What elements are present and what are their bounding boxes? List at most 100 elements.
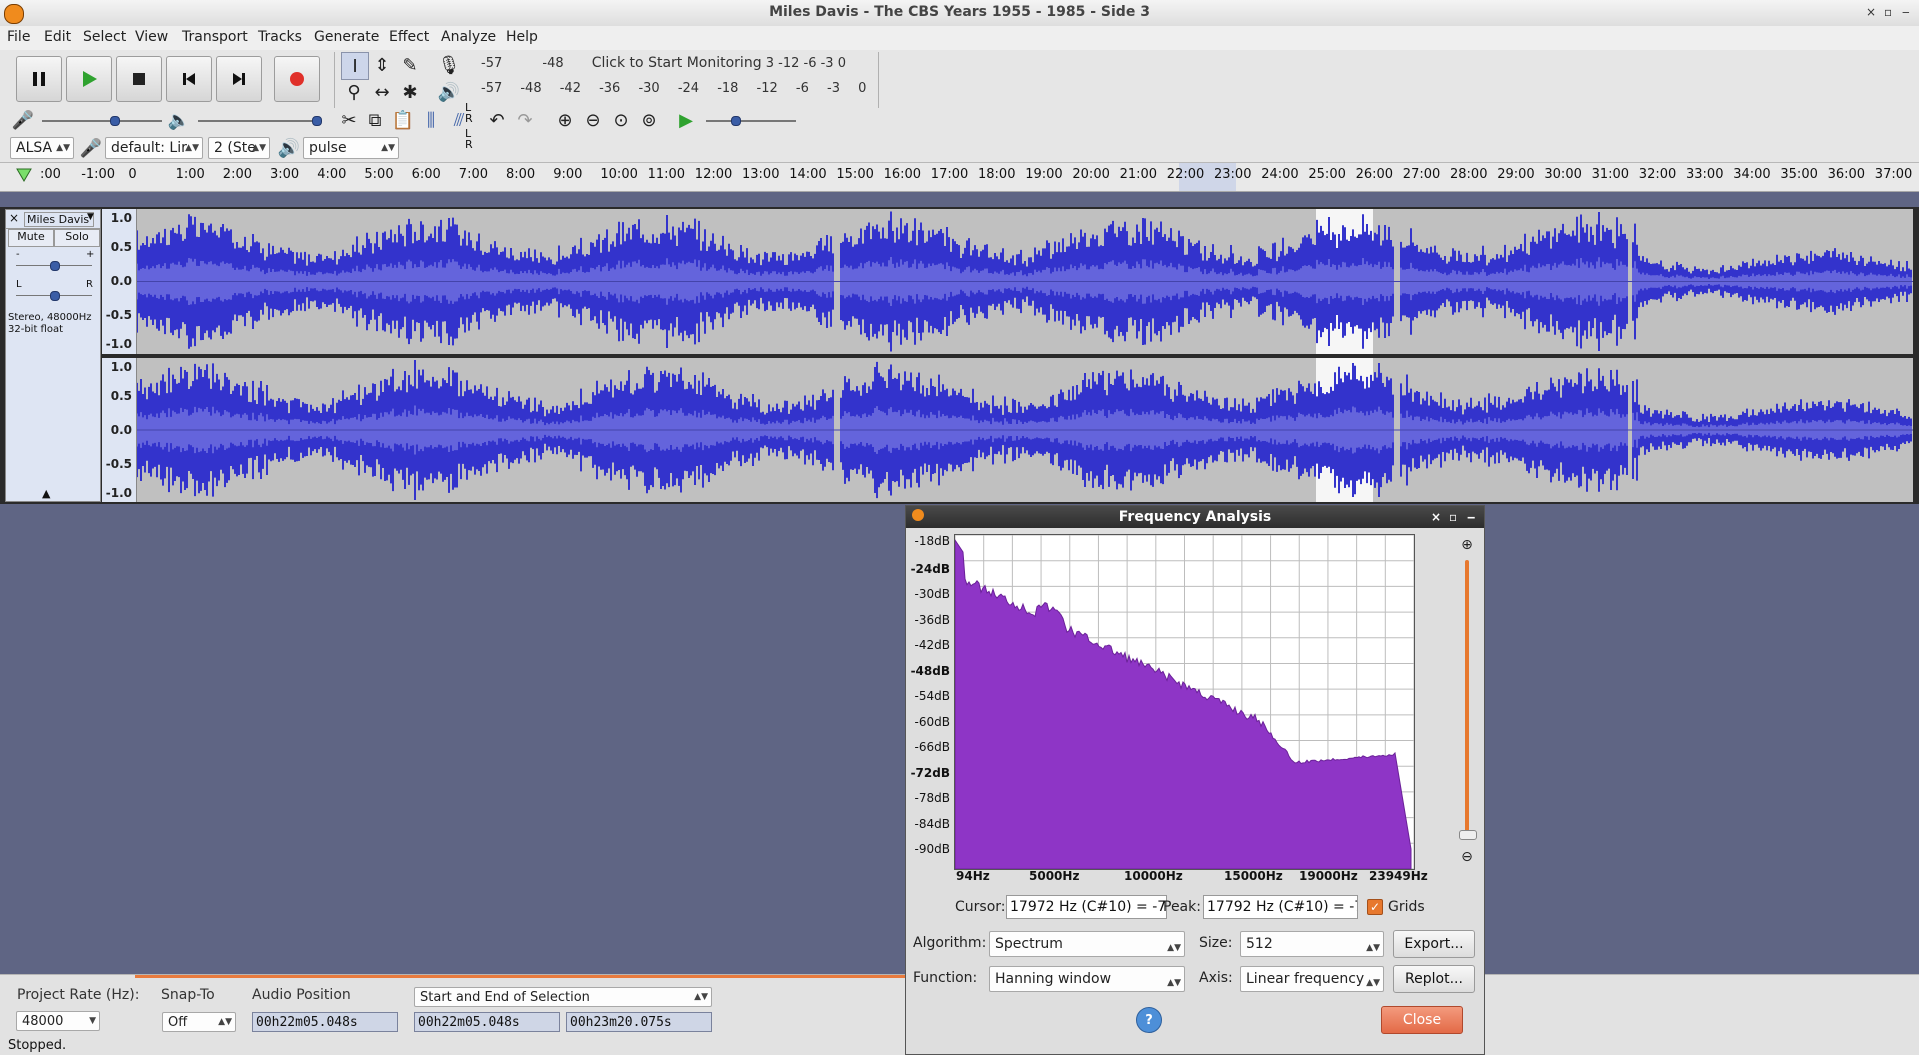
playback-meter-r: R [465,138,473,151]
skip-to-start-button[interactable] [166,56,212,102]
trim-icon[interactable]: ⫼ [418,107,444,133]
close-button[interactable]: Close [1381,1006,1463,1034]
envelope-tool-icon[interactable]: ⇕ [369,52,395,78]
redo-icon[interactable]: ↷ [512,107,538,133]
multi-tool-icon[interactable]: ✱ [397,79,423,105]
selection-tool-icon[interactable]: I [341,52,369,80]
zoom-out-icon[interactable]: ⊖ [580,107,606,133]
spectrum-plot[interactable] [954,534,1415,870]
playback-meter-icon[interactable]: 🔊 [436,79,462,105]
record-button[interactable] [274,56,320,102]
paste-icon[interactable]: 📋 [390,107,416,133]
play-speed-knob[interactable] [731,116,741,126]
selection-mode-select[interactable]: Start and End of Selection ▲▼ [414,987,712,1007]
menu-transport[interactable]: Transport [182,29,248,45]
menu-select[interactable]: Select [83,29,126,45]
zoom-in-icon[interactable]: ⊕ [552,107,578,133]
record-meter-scale-right: 3 -12 -6 -3 0 [765,56,846,71]
function-select[interactable]: Hanning window ▲▼ [989,966,1185,992]
size-select[interactable]: 512 ▲▼ [1240,931,1384,957]
zoom-tool-icon[interactable]: ⚲ [341,79,367,105]
output-device-select[interactable]: pulse ▲▼ [303,137,399,159]
menu-help[interactable]: Help [506,29,538,45]
play-head-icon[interactable] [16,168,32,182]
playback-volume-knob[interactable] [312,116,322,126]
copy-icon[interactable]: ⧉ [362,107,388,133]
selection-start-time[interactable]: 00h22m05.048s [414,1012,560,1032]
project-rate-select[interactable]: 48000 ▼ [16,1011,100,1031]
snap-to-select[interactable]: Off ▲▼ [162,1012,236,1032]
menu-view[interactable]: View [135,29,168,45]
menu-effect[interactable]: Effect [389,29,429,45]
record-meter-prompt[interactable]: Click to Start Monitoring [592,55,762,71]
record-volume-slider[interactable] [42,120,162,122]
maximize-window-icon[interactable]: ▫ [1884,5,1892,19]
cut-icon[interactable]: ✂ [336,107,362,133]
help-icon[interactable]: ? [1136,1007,1162,1033]
collapse-track-icon[interactable]: ▲ [42,487,50,500]
axis-select[interactable]: Linear frequency ▲▼ [1240,966,1384,992]
project-rate-value: 48000 [22,1014,64,1029]
silence-icon[interactable]: ⫻ [446,107,472,133]
timeline-ruler[interactable]: :00 -1:00 0 1:00 2:00 3:00 4:00 5:00 6:00 7:00 8:0… [0,163,1919,192]
fit-project-icon[interactable]: ⊚ [636,107,662,133]
ruler-tick-label: 14:00 [789,167,827,182]
menu-analyze[interactable]: Analyze [441,29,496,45]
ruler-tick-label: 20:00 [1072,167,1110,182]
waveform-right-channel[interactable] [137,358,1913,502]
input-channels-select[interactable]: 2 (Ste ▲▼ [208,137,270,159]
minimize-window-icon[interactable]: ‒ [1902,5,1910,19]
menu-file[interactable]: File [7,29,30,45]
ruler-tick-label: 29:00 [1497,167,1535,182]
play-button[interactable] [66,56,112,102]
waveform-left-channel[interactable] [137,209,1913,354]
menu-generate[interactable]: Generate [314,29,379,45]
fit-selection-icon[interactable]: ⊙ [608,107,634,133]
vertical-zoom-knob[interactable] [1459,830,1477,840]
peak-field[interactable]: 17792 Hz (C#10) = -7 [1203,895,1358,919]
zoom-out-icon[interactable]: ⊖ [1454,844,1480,870]
record-meter[interactable]: -57 -48 Click to Start Monitoring 3 -12 … [481,55,846,77]
close-window-icon[interactable]: × [1866,5,1876,19]
input-device-select[interactable]: default: Lir ▲▼ [105,137,203,159]
ruler-tick-label: 36:00 [1827,167,1866,182]
menu-edit[interactable]: Edit [44,29,71,45]
undo-icon[interactable]: ↶ [484,107,510,133]
time-shift-tool-icon[interactable]: ↔ [369,79,395,105]
dialog-minimize-icon[interactable]: ‒ [1467,506,1475,528]
grids-checkbox[interactable]: ✓ [1367,899,1383,915]
audio-position-time[interactable]: 00h22m05.048s [252,1012,398,1032]
replot-button[interactable]: Replot... [1393,965,1475,993]
algorithm-select[interactable]: Spectrum ▲▼ [989,931,1185,957]
export-button[interactable]: Export... [1393,930,1475,958]
ruler-tick-label: 21:00 [1119,167,1158,182]
vertical-zoom-slider[interactable] [1465,560,1469,838]
dialog-maximize-icon[interactable]: ▫ [1449,506,1457,528]
track-menu-chevron-icon[interactable]: ▼ [87,212,94,222]
draw-tool-icon[interactable]: ✎ [397,52,423,78]
hz-tick-label: 10000Hz [1124,869,1183,883]
selection-end-time[interactable]: 00h23m20.075s [566,1012,712,1032]
ruler-tick-label: 3:00 [270,167,300,182]
playback-meter[interactable]: -57 -48 -42 -36 -30 -24 -18 -12 -6 -3 0 [481,81,866,103]
play-at-speed-icon[interactable]: ▶ [673,107,699,133]
track-gain-knob[interactable] [50,261,60,271]
track-close-icon[interactable]: × [9,211,19,225]
solo-button[interactable]: Solo [54,229,100,247]
chevron-down-icon: ▲▼ [1167,978,1181,988]
record-meter-icon[interactable]: 🎙 [436,52,462,78]
skip-to-end-button[interactable] [216,56,262,102]
pause-button[interactable] [16,56,62,102]
playback-volume-slider[interactable] [198,120,318,122]
track-pan-knob[interactable] [50,291,60,301]
audio-host-select[interactable]: ALSA ▲▼ [10,137,74,159]
record-volume-knob[interactable] [110,116,120,126]
cursor-field[interactable]: 17972 Hz (C#10) = -7 [1006,895,1167,919]
mute-button[interactable]: Mute [8,229,54,247]
track-name-menu[interactable]: Miles Davis [24,212,94,227]
play-speed-slider[interactable] [706,120,796,122]
zoom-in-icon[interactable]: ⊕ [1454,532,1480,558]
stop-button[interactable] [116,56,162,102]
dialog-close-icon[interactable]: × [1431,506,1441,528]
menu-tracks[interactable]: Tracks [258,29,302,45]
